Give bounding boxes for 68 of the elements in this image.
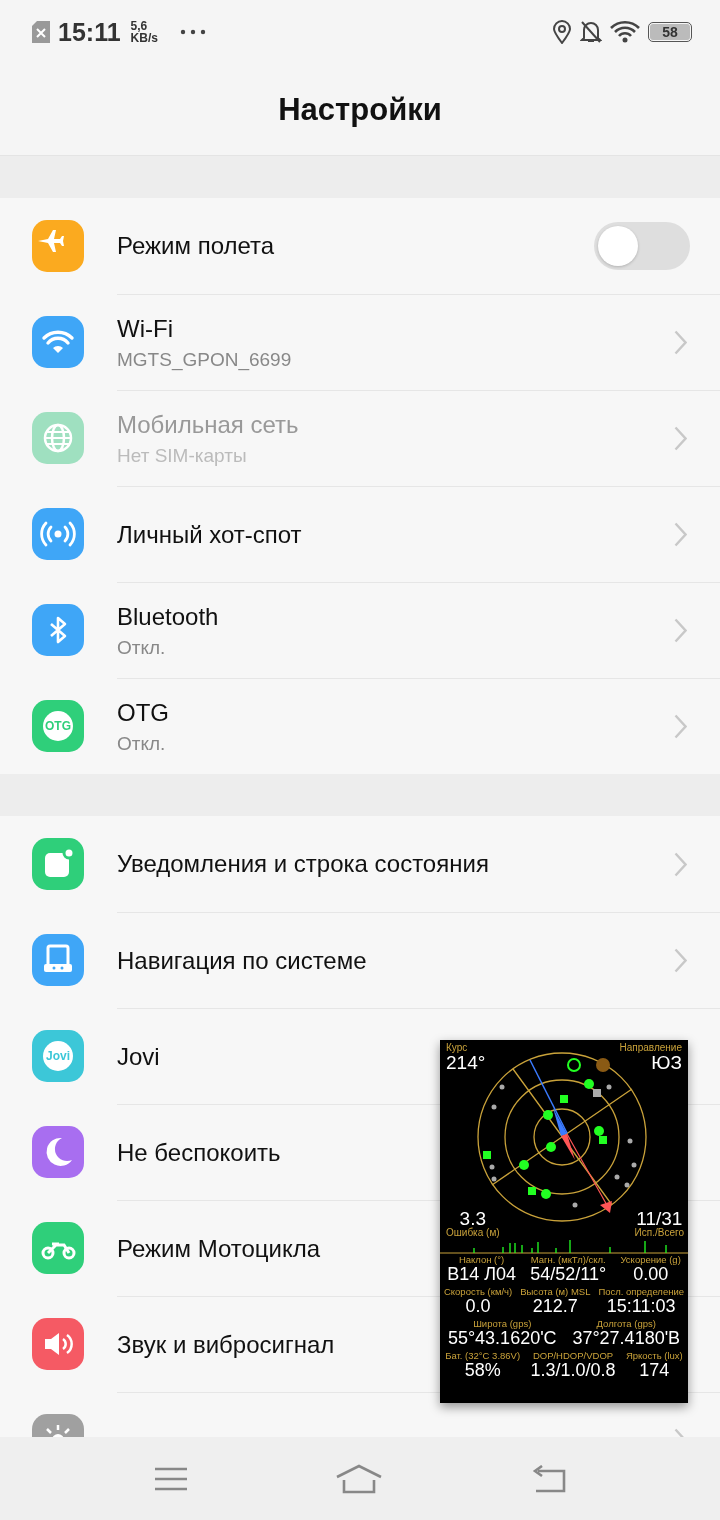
metric-value: 15:11:03	[606, 1296, 676, 1316]
chevron-icon	[674, 426, 687, 451]
metric-label: Скорость (км/ч)	[443, 1286, 513, 1297]
metric-value: 174	[639, 1360, 670, 1380]
more-icon	[179, 29, 206, 35]
home-icon[interactable]	[335, 1464, 383, 1494]
page-title: Настройки	[277, 91, 443, 129]
chevron-icon	[674, 714, 687, 739]
course-value: 214°	[446, 1053, 486, 1072]
network-speed: 5,6	[130, 20, 149, 32]
metric-value: 0.0	[465, 1296, 491, 1316]
satellites-value: 11/31	[636, 1209, 683, 1228]
course-label: Курс	[446, 1043, 469, 1053]
setting-status: MGTS_GPON_6699	[117, 348, 292, 371]
icon-label: OTG	[45, 719, 71, 733]
setting-title[interactable]: Навигация по системе	[117, 946, 367, 975]
metric-label: Ускорение (g)	[620, 1255, 681, 1265]
direction-value: ЮЗ	[651, 1053, 682, 1072]
metric-label: Бат. (32°C 3.86V)	[445, 1350, 521, 1361]
metric-label: Наклон (°)	[458, 1255, 505, 1265]
icon-label: Jovi	[46, 1049, 70, 1063]
toggle-switch[interactable]	[594, 222, 690, 270]
setting-status: Откл.	[117, 636, 166, 659]
chevron-icon	[674, 618, 687, 643]
chevron-icon	[674, 851, 687, 877]
metric-value: 1.3/1.0/0.8	[530, 1360, 616, 1380]
menu-icon[interactable]	[153, 1466, 188, 1492]
setting-title[interactable]: Уведомления и строка состояния	[117, 850, 489, 878]
setting-title[interactable]: Не беспокоить	[117, 1138, 281, 1167]
location-icon	[552, 20, 572, 44]
metric-label: Посл. определение	[598, 1286, 685, 1297]
clock: 15:11	[58, 17, 121, 47]
metric-value: 0.00	[633, 1264, 669, 1284]
metric-value: 37°27.4180'В	[572, 1328, 681, 1348]
bell-off-icon	[580, 20, 602, 44]
direction-label: Направление	[619, 1043, 682, 1053]
setting-status: Нет SIM-карты	[117, 444, 247, 467]
chevron-icon	[674, 522, 687, 547]
error-value: 3.3	[459, 1209, 486, 1228]
sim-off-icon	[32, 21, 50, 43]
metric-value: 58%	[464, 1360, 501, 1380]
metric-value: 212.7	[532, 1296, 578, 1316]
chevron-icon	[674, 330, 687, 355]
error-label: Ошибка (м)	[446, 1228, 500, 1238]
setting-title[interactable]: OTG	[117, 698, 169, 727]
battery-level: 58	[650, 24, 690, 40]
metric-value: 55°43.1620'С	[447, 1328, 557, 1348]
metric-label: Широта (gps)	[473, 1318, 532, 1329]
setting-title[interactable]: Режим полета	[117, 232, 275, 260]
wifi-icon	[610, 20, 640, 44]
metric-label: Магн. (мкТл)/скл.	[530, 1255, 606, 1265]
setting-title[interactable]: Звук и вибросигнал	[117, 1330, 335, 1359]
metric-label: Высота (м) MSL	[520, 1286, 591, 1297]
speed-unit: KB/s	[130, 32, 158, 44]
setting-title[interactable]: Bluetooth	[117, 602, 219, 631]
metric-label: Долгота (gps)	[596, 1318, 656, 1329]
setting-title[interactable]: Jovi	[117, 1042, 160, 1071]
satellites-label: Исп./Всего	[634, 1228, 684, 1238]
metric-value: В14 Л04	[447, 1264, 516, 1284]
metric-label: Яркость (lux)	[625, 1350, 683, 1361]
back-icon[interactable]	[530, 1465, 567, 1493]
chevron-icon	[674, 948, 687, 973]
setting-title[interactable]: Личный хот-спот	[117, 520, 302, 549]
setting-title[interactable]: Режим Мотоцикла	[117, 1234, 321, 1263]
metric-value: 54/52/11°	[530, 1264, 607, 1284]
setting-status: Откл.	[117, 732, 166, 755]
setting-title[interactable]: Wi-Fi	[117, 314, 173, 343]
metric-label: DOP/HDOP/VDOP	[532, 1350, 614, 1361]
